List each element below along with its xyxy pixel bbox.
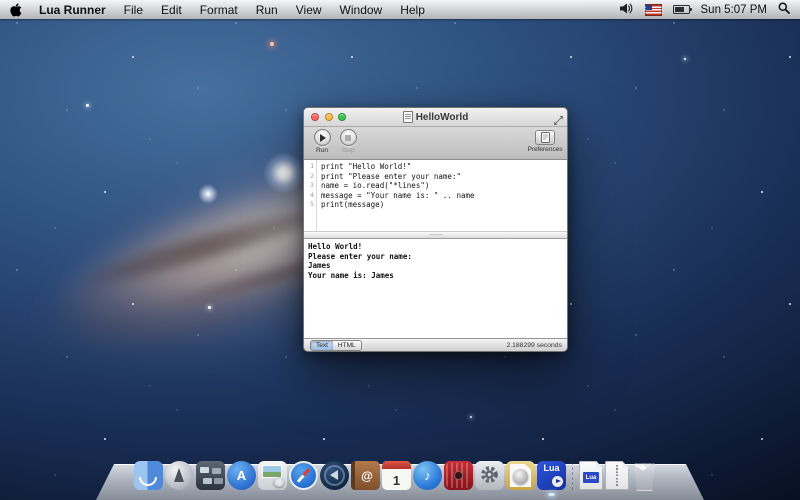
line-number: 2 [304, 172, 316, 182]
menu-app-name[interactable]: Lua Runner [30, 3, 115, 17]
dock-dvd-player-icon[interactable] [444, 461, 473, 490]
dock-itunes-icon[interactable]: ♪ [413, 461, 442, 490]
stop-button[interactable] [340, 129, 357, 146]
play-badge [552, 476, 563, 487]
pane-splitter[interactable] [304, 231, 567, 239]
splitter-grip [429, 234, 443, 237]
output-mode-segmented-control: Text HTML [310, 340, 362, 351]
preferences-button-group: Preferences [527, 130, 563, 153]
volume-icon[interactable] [620, 3, 634, 17]
line-number: 5 [304, 200, 316, 210]
keyboard-flag-icon[interactable] [645, 4, 662, 16]
dock-search-utility-icon[interactable] [506, 461, 535, 490]
preferences-button[interactable] [535, 130, 555, 145]
close-button[interactable] [311, 113, 319, 121]
dock-quicktime-icon[interactable] [320, 461, 349, 490]
gear-icon [476, 462, 503, 489]
dock-ical-icon[interactable]: 1 [382, 461, 411, 490]
preferences-icon [541, 132, 550, 143]
menu-window[interactable]: Window [331, 3, 392, 17]
zoom-button[interactable] [338, 113, 346, 121]
menu-run[interactable]: Run [247, 3, 287, 17]
calendar-day: 1 [382, 470, 411, 490]
run-button-group: Run [310, 129, 334, 154]
spotlight-icon[interactable] [778, 2, 790, 17]
title-wrap: HelloWorld [403, 111, 469, 123]
dock-mission-control-icon[interactable] [196, 461, 225, 490]
stop-icon [345, 135, 351, 141]
elapsed-time: 2.188299 seconds [506, 342, 562, 349]
run-button[interactable] [314, 129, 331, 146]
menu-view[interactable]: View [287, 3, 331, 17]
output-line: Your name is: James [308, 271, 563, 281]
mini-windows [200, 467, 209, 473]
compass-needle [297, 468, 311, 483]
helloworld-window: HelloWorld Run Stop Preferences 1 print … [303, 107, 568, 352]
code-editor[interactable]: 1 print "Hello World!" 2 print "Please e… [304, 160, 567, 231]
menu-edit[interactable]: Edit [152, 3, 191, 17]
traffic-lights [311, 113, 346, 121]
code-text: print "Hello World!" [316, 162, 411, 172]
dock-zip-document-icon[interactable] [605, 461, 629, 490]
run-label: Run [310, 147, 334, 154]
dock-preview-icon[interactable] [258, 461, 287, 490]
dock-lua-document-icon[interactable]: Lua [579, 461, 603, 490]
dock-address-book-icon[interactable]: @ [351, 461, 380, 490]
dock-lua-runner-icon[interactable]: Lua [537, 461, 566, 490]
menu-bar-left: Lua Runner File Edit Format Run View Win… [0, 0, 434, 19]
at-glyph: @ [351, 461, 380, 490]
preferences-label: Preferences [527, 146, 563, 153]
lua-label: Lua [537, 463, 566, 473]
menu-bar-status: Sun 5:07 PM [620, 0, 800, 19]
code-text: print(message) [316, 200, 384, 210]
line-number: 4 [304, 191, 316, 201]
tab-text[interactable]: Text [311, 341, 333, 350]
bottom-bar: Text HTML 2.188299 seconds [304, 338, 567, 351]
running-indicator [548, 493, 555, 496]
code-text: name = io.read("*lines") [316, 181, 429, 191]
menu-file[interactable]: File [115, 3, 152, 17]
code-line: 5 print(message) [304, 200, 567, 210]
output-line: Please enter your name: [308, 252, 563, 262]
battery-icon[interactable] [673, 5, 690, 14]
window-title: HelloWorld [416, 112, 469, 123]
dock-launchpad-icon[interactable] [165, 461, 194, 490]
line-number: 3 [304, 181, 316, 191]
toolbar: Run Stop Preferences [304, 127, 567, 160]
apple-menu[interactable] [0, 0, 30, 19]
menu-help[interactable]: Help [391, 3, 434, 17]
dock-finder-icon[interactable] [134, 461, 163, 490]
dock-safari-icon[interactable] [289, 461, 318, 490]
music-note-glyph: ♪ [413, 461, 442, 490]
stop-label: Stop [336, 147, 360, 154]
lua-doc-label: Lua [583, 472, 599, 483]
output-pane[interactable]: Hello World! Please enter your name: Jam… [304, 239, 567, 338]
dock-separator [572, 462, 573, 490]
title-bar[interactable]: HelloWorld [304, 108, 567, 127]
dock: A @ 1 ♪ Lua Lua [96, 464, 704, 500]
dock-system-preferences-icon[interactable] [475, 461, 504, 490]
dock-trash-icon[interactable] [631, 462, 658, 491]
output-line: James [308, 261, 563, 271]
menu-format[interactable]: Format [191, 3, 247, 17]
dock-app-store-icon[interactable]: A [227, 461, 256, 490]
code-text: message = "Your name is: " .. name [316, 191, 475, 201]
line-number: 1 [304, 162, 316, 172]
play-icon [320, 134, 326, 142]
app-store-glyph: A [227, 461, 256, 490]
minimize-button[interactable] [325, 113, 333, 121]
dock-items: A @ 1 ♪ Lua Lua [134, 461, 658, 491]
menu-bar-clock[interactable]: Sun 5:07 PM [701, 4, 767, 16]
code-line: 1 print "Hello World!" [304, 162, 567, 172]
tab-html[interactable]: HTML [333, 341, 361, 350]
code-line: 2 print "Please enter your name:" [304, 172, 567, 182]
code-text: print "Please enter your name:" [316, 172, 461, 182]
document-proxy-icon [403, 111, 413, 123]
apple-icon [10, 3, 22, 17]
stop-button-group: Stop [336, 129, 360, 154]
code-line: 3 name = io.read("*lines") [304, 181, 567, 191]
code-line: 4 message = "Your name is: " .. name [304, 191, 567, 201]
menu-bar: Lua Runner File Edit Format Run View Win… [0, 0, 800, 19]
output-line: Hello World! [308, 242, 563, 252]
